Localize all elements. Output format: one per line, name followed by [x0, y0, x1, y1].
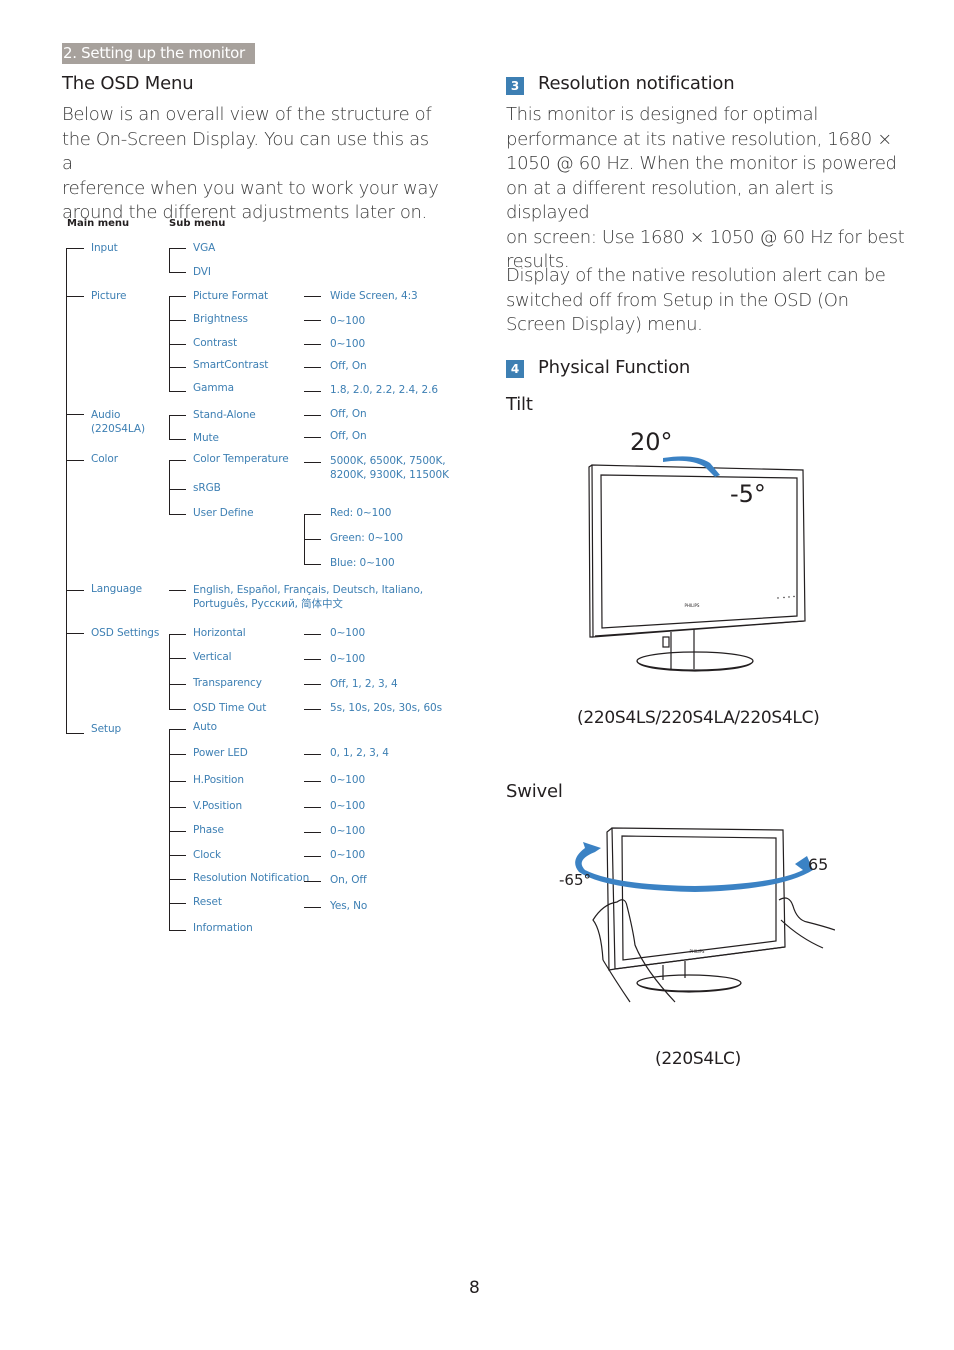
sub-value: 0~100 [330, 315, 366, 327]
sub-value: Red: 0~100 [330, 507, 392, 519]
sub-value: 0~100 [330, 849, 366, 861]
language-options: Português, Русский, 简体中文 [193, 598, 343, 610]
monitor-tilt-drawing: PHILIPS [588, 456, 806, 672]
text-line: This monitor is designed for optimal [506, 104, 818, 125]
sub-value: 0~100 [330, 627, 366, 639]
sub-item: Reset [193, 896, 222, 908]
main-item-color: Color [91, 453, 118, 465]
sub-item: Stand-Alone [193, 409, 256, 421]
alert-paragraph: Display of the native resolution alert c… [506, 264, 906, 338]
sub-value: Off, On [330, 430, 367, 442]
swivel-angle-left: -65° [559, 871, 591, 889]
sub-item: sRGB [193, 482, 221, 494]
sub-item: Transparency [193, 677, 262, 689]
sub-value: 8200K, 9300K, 11500K [330, 469, 449, 481]
sub-value: Yes, No [330, 900, 368, 912]
sub-item: DVI [193, 266, 211, 278]
sub-item: Picture Format [193, 290, 269, 302]
page-number: 8 [469, 1278, 480, 1298]
sub-item: SmartContrast [193, 359, 269, 371]
main-item-setup: Setup [91, 723, 122, 735]
text-line: performance at its native resolution, 16… [506, 128, 892, 150]
swivel-caption: (220S4LC) [655, 1049, 741, 1069]
sub-value: Blue: 0~100 [330, 557, 395, 569]
section-number-badge: 4 [506, 360, 524, 378]
resolution-paragraph: This monitor is designed for optimal per… [506, 103, 906, 275]
sub-value: Off, 1, 2, 3, 4 [330, 678, 398, 690]
sub-item: Mute [193, 432, 219, 444]
tilt-heading: Tilt [506, 394, 533, 415]
sub-value: 5s, 10s, 20s, 30s, 60s [330, 702, 442, 714]
sub-item: Horizontal [193, 627, 246, 639]
sub-value: Wide Screen, 4:3 [330, 290, 418, 302]
sub-item: Brightness [193, 313, 248, 325]
sub-value: Off, On [330, 360, 367, 372]
text-line: switched off from Setup in the OSD (On [506, 289, 849, 311]
sub-item: H.Position [193, 774, 244, 786]
text-line: Display of the native resolution alert c… [506, 265, 886, 286]
main-item-input: Input [91, 242, 118, 254]
sub-item: VGA [193, 242, 216, 254]
section-title: Physical Function [538, 357, 691, 378]
sub-item: OSD Time Out [193, 702, 267, 714]
sub-value: Green: 0~100 [330, 532, 403, 544]
text-line: 1050 @ 60 Hz. When the monitor is powere… [506, 153, 897, 174]
text-line: Screen Display) menu. [506, 314, 703, 335]
sub-item: Information [193, 922, 253, 934]
sub-value: 0~100 [330, 825, 366, 837]
sub-item: Color Temperature [193, 453, 289, 465]
sub-value: 0~100 [330, 653, 366, 665]
sub-value: 5000K, 6500K, 7500K, [330, 455, 446, 467]
tilt-illustration: PHILIPS [585, 425, 825, 675]
sub-item: Gamma [193, 382, 234, 394]
tilt-caption: (220S4LS/220S4LA/220S4LC) [577, 708, 820, 728]
sub-menu-header: Sub menu [169, 218, 226, 229]
tilt-angle-up: 20° [630, 428, 673, 456]
sub-item: User Define [193, 507, 254, 519]
tilt-angle-down: -5° [730, 480, 766, 508]
section-number-badge: 3 [506, 77, 524, 95]
sub-item: Clock [193, 849, 222, 861]
main-item-language: Language [91, 583, 143, 595]
main-item-picture: Picture [91, 290, 127, 302]
language-options: English, Español, Français, Deutsch, Ita… [193, 584, 424, 596]
sub-value: 0, 1, 2, 3, 4 [330, 747, 389, 759]
sub-value: 1.8, 2.0, 2.2, 2.4, 2.6 [330, 384, 438, 396]
sub-value: On, Off [330, 874, 367, 886]
section-title: Resolution notification [538, 73, 735, 94]
sub-item: V.Position [193, 800, 243, 812]
monitor-swivel-drawing: PHILIPS [575, 827, 836, 1003]
main-menu-header: Main menu [67, 218, 130, 229]
sub-value: 0~100 [330, 774, 366, 786]
sub-item: Vertical [193, 651, 232, 663]
sub-item: Phase [193, 824, 224, 836]
swivel-heading: Swivel [506, 781, 563, 802]
sub-value: 0~100 [330, 800, 366, 812]
brand-logo: PHILIPS [685, 603, 700, 608]
sub-value: 0~100 [330, 338, 366, 350]
main-item-audio: Audio [91, 409, 121, 421]
sub-item: Auto [193, 721, 217, 733]
sub-item: Power LED [193, 747, 248, 759]
main-item-audio-model: (220S4LA) [91, 423, 145, 435]
brand-logo: PHILIPS [690, 949, 705, 954]
text-line: on at a different resolution, an alert i… [506, 177, 834, 224]
sub-item: Contrast [193, 337, 238, 349]
swivel-illustration: PHILIPS [555, 820, 836, 1010]
text-line: on screen: Use 1680 × 1050 @ 60 Hz for b… [506, 226, 905, 248]
sub-value: Off, On [330, 408, 367, 420]
sub-item: Resolution Notification [193, 872, 310, 884]
main-item-osd-settings: OSD Settings [91, 627, 160, 639]
swivel-angle-right: 65 [808, 855, 829, 874]
